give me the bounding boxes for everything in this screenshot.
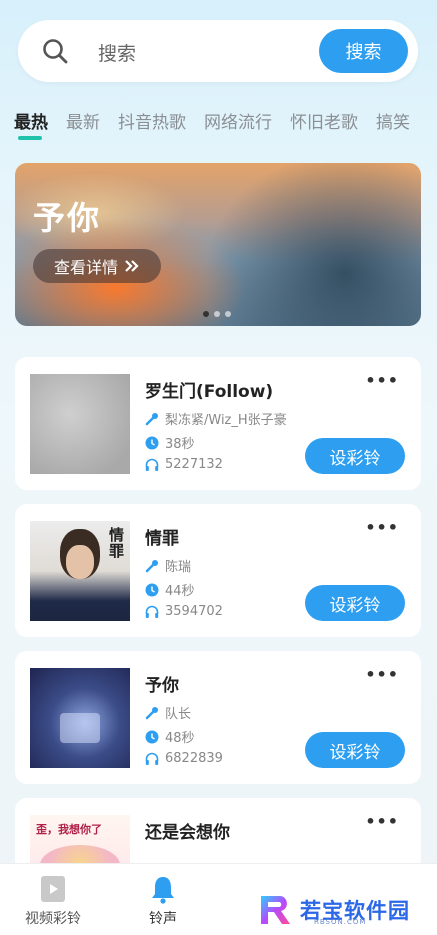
song-card[interactable]: 罗生门(Follow) ••• 梨冻紧/Wiz_H张子豪 38秒 5227132… — [15, 357, 421, 490]
song-duration: 44秒 — [145, 580, 195, 599]
microphone-icon — [145, 412, 158, 425]
search-input[interactable]: 搜索 — [98, 39, 136, 66]
tab-oldies[interactable]: 怀旧老歌 — [290, 108, 358, 144]
duration-value: 48秒 — [165, 731, 195, 746]
song-title: 罗生门(Follow) — [145, 382, 274, 402]
nav-video-label: 视频彩铃 — [25, 911, 81, 927]
song-artist: 陈瑞 — [145, 556, 191, 575]
tab-hot[interactable]: 最热 — [14, 108, 48, 144]
song-plays: 5227132 — [145, 457, 223, 472]
search-icon — [43, 39, 68, 64]
song-duration: 48秒 — [145, 727, 195, 746]
nav-ringtone[interactable]: 铃声 — [118, 874, 208, 928]
more-options-button[interactable]: ••• — [365, 371, 399, 390]
banner-pagination — [203, 311, 231, 317]
song-artist: 梨冻紧/Wiz_H张子豪 — [145, 409, 287, 428]
nav-video-ringtone[interactable]: 视频彩铃 — [8, 874, 98, 928]
rb-logo-icon — [261, 896, 290, 924]
tab-new[interactable]: 最新 — [66, 108, 100, 144]
set-ringtone-button[interactable]: 设彩铃 — [305, 438, 405, 474]
clock-icon — [145, 436, 159, 449]
microphone-icon — [145, 559, 158, 572]
clock-icon — [145, 730, 159, 743]
page-dot — [225, 311, 231, 317]
artist-name: 陈瑞 — [165, 560, 192, 575]
tab-funny[interactable]: 搞笑 — [376, 108, 410, 144]
set-ringtone-button[interactable]: 设彩铃 — [305, 732, 405, 768]
tab-douyin[interactable]: 抖音热歌 — [118, 108, 186, 144]
more-options-button[interactable]: ••• — [365, 518, 399, 537]
headphones-icon — [145, 458, 159, 471]
more-options-button[interactable]: ••• — [365, 812, 399, 831]
page-dot — [203, 311, 209, 317]
song-plays: 6822839 — [145, 751, 223, 766]
album-cover — [30, 374, 130, 474]
duration-value: 44秒 — [165, 584, 195, 599]
song-artist: 队长 — [145, 703, 191, 722]
album-cover — [30, 668, 130, 768]
song-title: 情罪 — [145, 529, 179, 549]
song-plays: 3594702 — [145, 604, 223, 619]
song-title: 予你 — [145, 676, 179, 696]
play-count: 3594702 — [165, 604, 223, 619]
search-bar: 搜索 搜索 — [18, 20, 418, 82]
banner[interactable]: 予你 查看详情 — [15, 163, 421, 326]
page-dot — [214, 311, 220, 317]
set-ringtone-button[interactable]: 设彩铃 — [305, 585, 405, 621]
more-options-button[interactable]: ••• — [365, 665, 399, 684]
artist-name: 队长 — [165, 707, 192, 722]
double-chevron-right-icon — [125, 260, 139, 272]
bell-icon — [152, 877, 174, 904]
clock-icon — [145, 583, 159, 596]
watermark-logo: 若宝软件园 RBSON.COM — [258, 893, 410, 927]
duration-value: 38秒 — [165, 437, 195, 452]
banner-details-button[interactable]: 查看详情 — [33, 249, 161, 283]
album-cover: 情罪 — [30, 521, 130, 621]
play-count: 5227132 — [165, 457, 223, 472]
song-duration: 38秒 — [145, 433, 195, 452]
search-button[interactable]: 搜索 — [319, 29, 408, 73]
song-title: 还是会想你 — [145, 823, 230, 843]
song-card[interactable]: 予你 ••• 队长 48秒 6822839 设彩铃 — [15, 651, 421, 784]
cover-text: 歪，我想你了 — [36, 823, 102, 836]
nav-ringtone-label: 铃声 — [149, 911, 177, 927]
microphone-icon — [145, 706, 158, 719]
tab-network[interactable]: 网络流行 — [204, 108, 272, 144]
headphones-icon — [145, 752, 159, 765]
banner-title: 予你 — [33, 199, 102, 237]
banner-details-label: 查看详情 — [53, 258, 118, 277]
artist-name: 梨冻紧/Wiz_H张子豪 — [165, 413, 287, 428]
headphones-icon — [145, 605, 159, 618]
video-icon — [41, 876, 65, 902]
watermark-subtext: RBSON.COM — [314, 918, 367, 926]
category-tabs: 最热 最新 抖音热歌 网络流行 怀旧老歌 搞笑 — [14, 108, 437, 144]
play-count: 6822839 — [165, 751, 223, 766]
song-card[interactable]: 情罪 情罪 ••• 陈瑞 44秒 3594702 设彩铃 — [15, 504, 421, 637]
